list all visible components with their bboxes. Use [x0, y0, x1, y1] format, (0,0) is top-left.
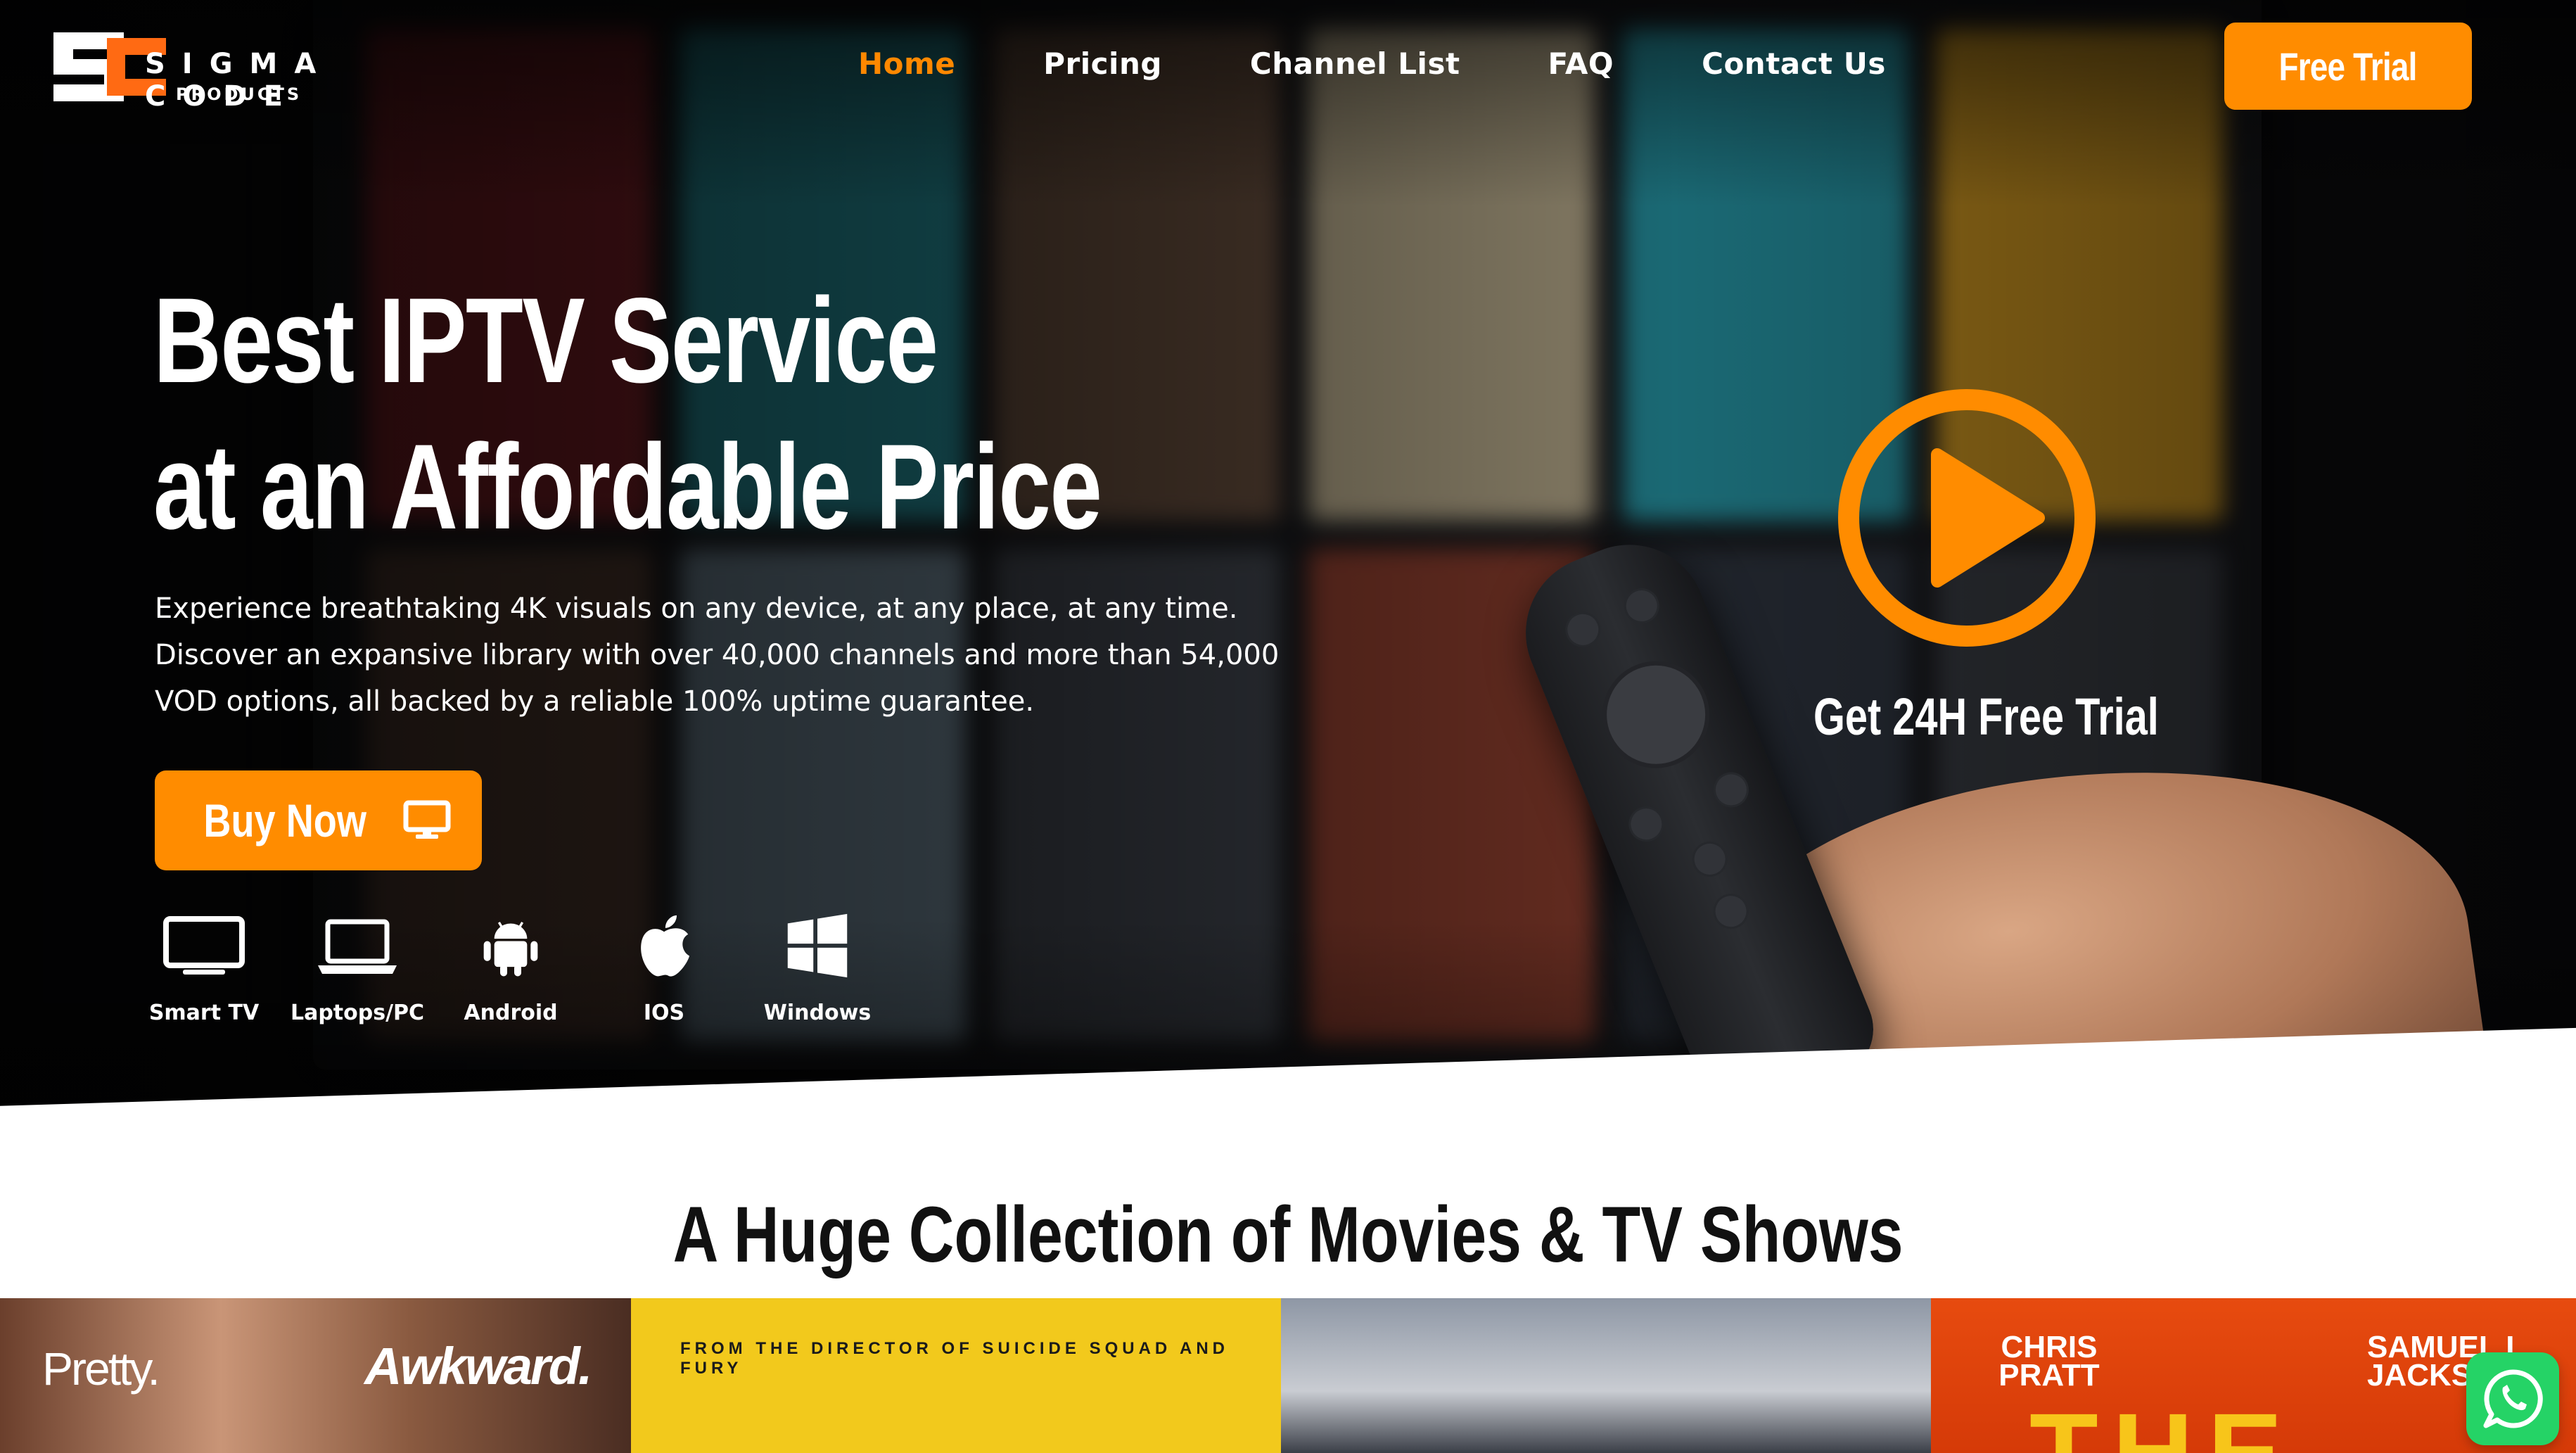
laptop-icon	[318, 919, 397, 974]
device-list: Smart TV Laptops/PC Android IOS Windows	[141, 908, 881, 1025]
device-label: Android	[464, 1001, 558, 1025]
monitor-icon	[403, 800, 451, 839]
main-nav: Home Pricing Channel List FAQ Contact Us	[858, 46, 1886, 81]
buy-now-label: Buy Now	[203, 794, 367, 846]
android-icon	[483, 921, 538, 977]
hero-title-line-2: at an Affordable Price	[153, 419, 1102, 554]
collection-title-text: A Huge Collection of Movies & TV Shows	[672, 1191, 1904, 1278]
brand-logo[interactable]: SIGMA CODE PRODUCTS	[46, 25, 468, 113]
device-label: IOS	[643, 1001, 685, 1025]
logo-subtext: PRODUCTS	[176, 84, 302, 104]
free-trial-link[interactable]: Get 24H Free Trial	[1813, 687, 2256, 747]
collection-title: A Huge Collection of Movies & TV Shows	[0, 1189, 2576, 1280]
poster-text: CHRIS PRATT	[1998, 1330, 2100, 1392]
nav-faq[interactable]: FAQ	[1548, 46, 1614, 81]
device-label: Windows	[763, 1001, 872, 1025]
device-windows: Windows	[754, 908, 881, 1025]
poster-pretty-awkward[interactable]: Pretty. Awkward.	[0, 1298, 631, 1453]
site-header: SIGMA CODE PRODUCTS Home Pricing Channel…	[0, 0, 2576, 134]
hero-description-line-2: Discover an expansive library with over …	[155, 639, 1280, 671]
free-trial-button[interactable]: Free Trial	[2224, 23, 2472, 110]
play-icon[interactable]	[1833, 384, 2100, 652]
hero-description: Experience breathtaking 4K visuals on an…	[155, 585, 1351, 725]
device-ios: IOS	[601, 908, 727, 1025]
poster-fantasy-series[interactable]	[1281, 1298, 1931, 1453]
windows-icon	[787, 913, 848, 978]
nav-home[interactable]: Home	[858, 46, 955, 81]
poster-text: Pretty.	[42, 1343, 160, 1395]
device-label: Laptops/PC	[290, 1001, 425, 1025]
smart-tv-icon	[163, 916, 245, 975]
hero-title-line-1: Best IPTV Service	[153, 273, 938, 408]
whatsapp-icon	[2483, 1369, 2543, 1428]
nav-channel-list[interactable]: Channel List	[1250, 46, 1460, 81]
poster-row: Pretty. Awkward. FROM THE DIRECTOR OF SU…	[0, 1298, 2576, 1453]
device-label: Smart TV	[148, 1001, 260, 1025]
nav-contact-us[interactable]: Contact Us	[1702, 46, 1886, 81]
nav-pricing[interactable]: Pricing	[1043, 46, 1162, 81]
poster-title-text: THE	[2029, 1390, 2297, 1453]
hero-description-line-1: Experience breathtaking 4K visuals on an…	[155, 592, 1238, 625]
poster-text: FROM THE DIRECTOR OF SUICIDE SQUAD AND F…	[680, 1339, 1230, 1378]
hero-description-line-3: VOD options, all backed by a reliable 10…	[155, 685, 1035, 718]
poster-text: Awkward.	[364, 1337, 592, 1395]
free-trial-label: Free Trial	[2278, 44, 2418, 89]
device-smart-tv: Smart TV	[141, 908, 267, 1025]
device-laptop: Laptops/PC	[290, 908, 425, 1025]
hero-title: Best IPTV Service at an Affordable Price	[153, 267, 1368, 560]
apple-icon	[641, 915, 689, 977]
whatsapp-button[interactable]	[2466, 1352, 2559, 1445]
buy-now-button[interactable]: Buy Now	[155, 770, 482, 870]
poster-yellow-film[interactable]: FROM THE DIRECTOR OF SUICIDE SQUAD AND F…	[631, 1298, 1281, 1453]
device-android: Android	[447, 908, 574, 1025]
free-trial-link-label: Get 24H Free Trial	[1813, 687, 2159, 746]
